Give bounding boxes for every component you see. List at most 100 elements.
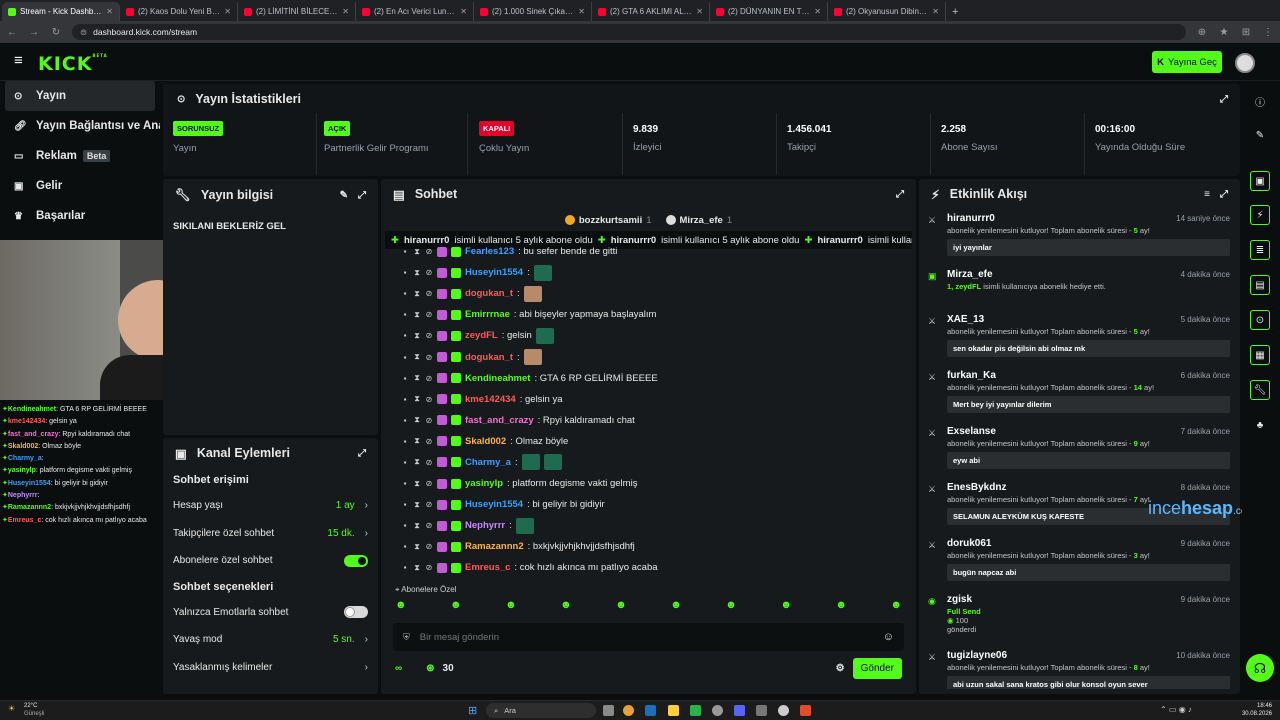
delete-icon[interactable]: ▪ xyxy=(401,331,409,340)
panel-chat-icon[interactable]: ▤ xyxy=(1250,275,1270,295)
chat-username[interactable]: kme142434 xyxy=(465,394,516,405)
chat-username[interactable]: zeydFL xyxy=(465,330,498,341)
channel-setting-row[interactable]: Yasaklanmış kelimeler › xyxy=(163,654,378,682)
explorer-icon[interactable] xyxy=(668,705,679,716)
tab-close-icon[interactable]: ✕ xyxy=(932,7,939,16)
chrome-icon[interactable] xyxy=(623,705,634,716)
timeout-icon[interactable]: ⧗ xyxy=(413,500,421,510)
ban-icon[interactable]: ⊘ xyxy=(425,479,433,488)
puzzle-icon[interactable]: ♣ xyxy=(1250,415,1270,435)
chat-message[interactable]: ▪ ⧗ ⊘ Huseyin1554: xyxy=(381,262,916,283)
tab-close-icon[interactable]: ✕ xyxy=(460,7,467,16)
emote-icon[interactable]: ☻ xyxy=(560,599,572,615)
panel-stream-icon[interactable]: ▣ xyxy=(1250,171,1270,191)
browser-tab[interactable]: (2) Kaos Dolu Yeni Balık Oyunu✕ xyxy=(120,2,238,21)
ban-icon[interactable]: ⊘ xyxy=(425,289,433,298)
panel-list-icon[interactable]: ≣ xyxy=(1250,240,1270,260)
delete-icon[interactable]: ▪ xyxy=(401,500,409,509)
chat-username[interactable]: Emreus_c xyxy=(465,562,510,573)
tab-close-icon[interactable]: ✕ xyxy=(814,7,821,16)
obs-icon[interactable] xyxy=(712,705,723,716)
ban-icon[interactable]: ⊘ xyxy=(425,458,433,467)
send-button[interactable]: Gönder xyxy=(852,657,902,679)
expand-icon[interactable]: ⤢ xyxy=(358,448,366,459)
back-icon[interactable]: ← xyxy=(6,27,18,38)
site-info-icon[interactable]: ⊜ xyxy=(80,27,87,38)
timeout-icon[interactable]: ⧗ xyxy=(413,310,421,320)
browser-tab[interactable]: (2) En Acı Verici Lunapark Ölüm ✕ xyxy=(356,2,474,21)
tab-close-icon[interactable]: ✕ xyxy=(224,7,231,16)
chat-message[interactable]: ▪ ⧗ ⊘ yasinylp: platform degisme vakti gelm… xyxy=(381,473,916,494)
ban-icon[interactable]: ⊘ xyxy=(425,331,433,340)
browser-tab[interactable]: (2) DÜNYANIN EN TUHAF NÜK ✕ xyxy=(710,2,828,21)
pinned-user[interactable]: bozzkurtsamii 1 xyxy=(564,215,652,226)
browser-tab[interactable]: (2) GTA 6 AKLIMI ALDI! İLK OY✕ xyxy=(592,2,710,21)
sidebar-item[interactable]: ▭ Reklam Beta xyxy=(0,141,160,171)
ban-icon[interactable]: ⊘ xyxy=(425,437,433,446)
avatar[interactable] xyxy=(1235,53,1255,73)
delete-icon[interactable]: ▪ xyxy=(401,458,409,467)
emote-icon[interactable]: ☻ xyxy=(780,599,792,615)
chat-input-box[interactable]: ⛨ ☺ xyxy=(393,623,904,651)
discord-icon[interactable] xyxy=(734,705,745,716)
emote-icon[interactable]: ☻ xyxy=(395,599,407,615)
ban-icon[interactable]: ⊘ xyxy=(425,353,433,362)
ban-icon[interactable]: ⊘ xyxy=(425,268,433,277)
emote-icon[interactable]: ☻ xyxy=(615,599,627,615)
chat-message[interactable]: ▪ ⧗ ⊘ dogukan_t: xyxy=(381,283,916,304)
chat-username[interactable]: Charmy_a xyxy=(465,457,511,468)
timeout-icon[interactable]: ⧗ xyxy=(413,415,421,425)
chat-username[interactable]: Huseyin1554 xyxy=(465,499,523,510)
timeout-icon[interactable]: ⧗ xyxy=(413,373,421,383)
delete-icon[interactable]: ▪ xyxy=(401,416,409,425)
url-field[interactable]: ⊜ dashboard.kick.com/stream xyxy=(72,24,1186,40)
panel-channel-icon[interactable]: ▦ xyxy=(1250,345,1270,365)
tab-close-icon[interactable]: ✕ xyxy=(342,7,349,16)
chat-message[interactable]: ▪ ⧗ ⊘ zeydFL: gelsin xyxy=(381,325,916,346)
app4-icon[interactable] xyxy=(800,705,811,716)
delete-icon[interactable]: ▪ xyxy=(401,353,409,362)
steam-icon[interactable] xyxy=(645,705,656,716)
delete-icon[interactable]: ▪ xyxy=(401,268,409,277)
delete-icon[interactable]: ▪ xyxy=(401,542,409,551)
chat-message[interactable]: ▪ ⧗ ⊘ Nephyrrr: xyxy=(381,515,916,536)
settings-gear-icon[interactable]: ⚙ xyxy=(836,663,845,674)
expand-icon[interactable]: ⤢ xyxy=(1220,189,1228,200)
taskbar-search[interactable]: ⌕ Ara xyxy=(486,703,596,718)
taskview-icon[interactable] xyxy=(603,705,614,716)
go-live-button[interactable]: K Yayına Geç xyxy=(1152,51,1222,73)
chat-username[interactable]: dogukan_t xyxy=(465,352,513,363)
sidebar-item[interactable]: ▣ Gelir xyxy=(0,171,160,201)
chat-username[interactable]: Ramazannn2 xyxy=(465,541,524,552)
ban-icon[interactable]: ⊘ xyxy=(425,521,433,530)
timeout-icon[interactable]: ⧗ xyxy=(413,457,421,467)
chat-username[interactable]: Nephyrrr xyxy=(465,520,505,531)
kick-logo[interactable]: KICKBETA xyxy=(38,53,108,75)
edit-icon[interactable]: ✎ xyxy=(1250,125,1270,145)
hamburger-menu-icon[interactable]: ≡ xyxy=(14,52,23,69)
delete-icon[interactable]: ▪ xyxy=(401,310,409,319)
edit-pencil-icon[interactable]: ✎ xyxy=(340,190,348,201)
browser-tab[interactable]: (2) LİMİTİNİ BİLECEKSİN | 5Sinü ✕ xyxy=(238,2,356,21)
chat-username[interactable]: Huseyin1554 xyxy=(465,267,523,278)
delete-icon[interactable]: ▪ xyxy=(401,479,409,488)
info-icon[interactable]: ⓘ xyxy=(1250,91,1270,111)
channel-setting-row[interactable]: Takipçilere özel sohbet 15 dk. › xyxy=(163,520,378,548)
menu-dots-icon[interactable]: ⋮ xyxy=(1262,27,1274,38)
timeout-icon[interactable]: ⧗ xyxy=(413,521,421,531)
timeout-icon[interactable]: ⧗ xyxy=(413,247,421,257)
chat-username[interactable]: Fearles123 xyxy=(465,246,514,257)
chat-message[interactable]: ▪ ⧗ ⊘ Ramazannn2: bxkjvkjjvhjkhvjjdsfhjsdhf… xyxy=(381,536,916,557)
chat-username[interactable]: Emirrrnae xyxy=(465,309,510,320)
channel-setting-row[interactable]: Abonelere özel sohbet xyxy=(163,547,378,575)
timeout-icon[interactable]: ⧗ xyxy=(413,563,421,573)
extensions-icon[interactable]: ⊞ xyxy=(1240,27,1252,38)
clock[interactable]: 18:46 30.08.2026 xyxy=(1238,702,1272,718)
delete-icon[interactable]: ▪ xyxy=(401,563,409,572)
timeout-icon[interactable]: ⧗ xyxy=(413,268,421,278)
browser-tab[interactable]: Stream - Kick Dashboard ✕ xyxy=(2,2,120,21)
app3-icon[interactable] xyxy=(778,705,789,716)
emote-icon[interactable]: ☻ xyxy=(450,599,462,615)
chat-message[interactable]: ▪ ⧗ ⊘ kme142434: gelsin ya xyxy=(381,389,916,410)
emote-icon[interactable]: ☻ xyxy=(725,599,737,615)
